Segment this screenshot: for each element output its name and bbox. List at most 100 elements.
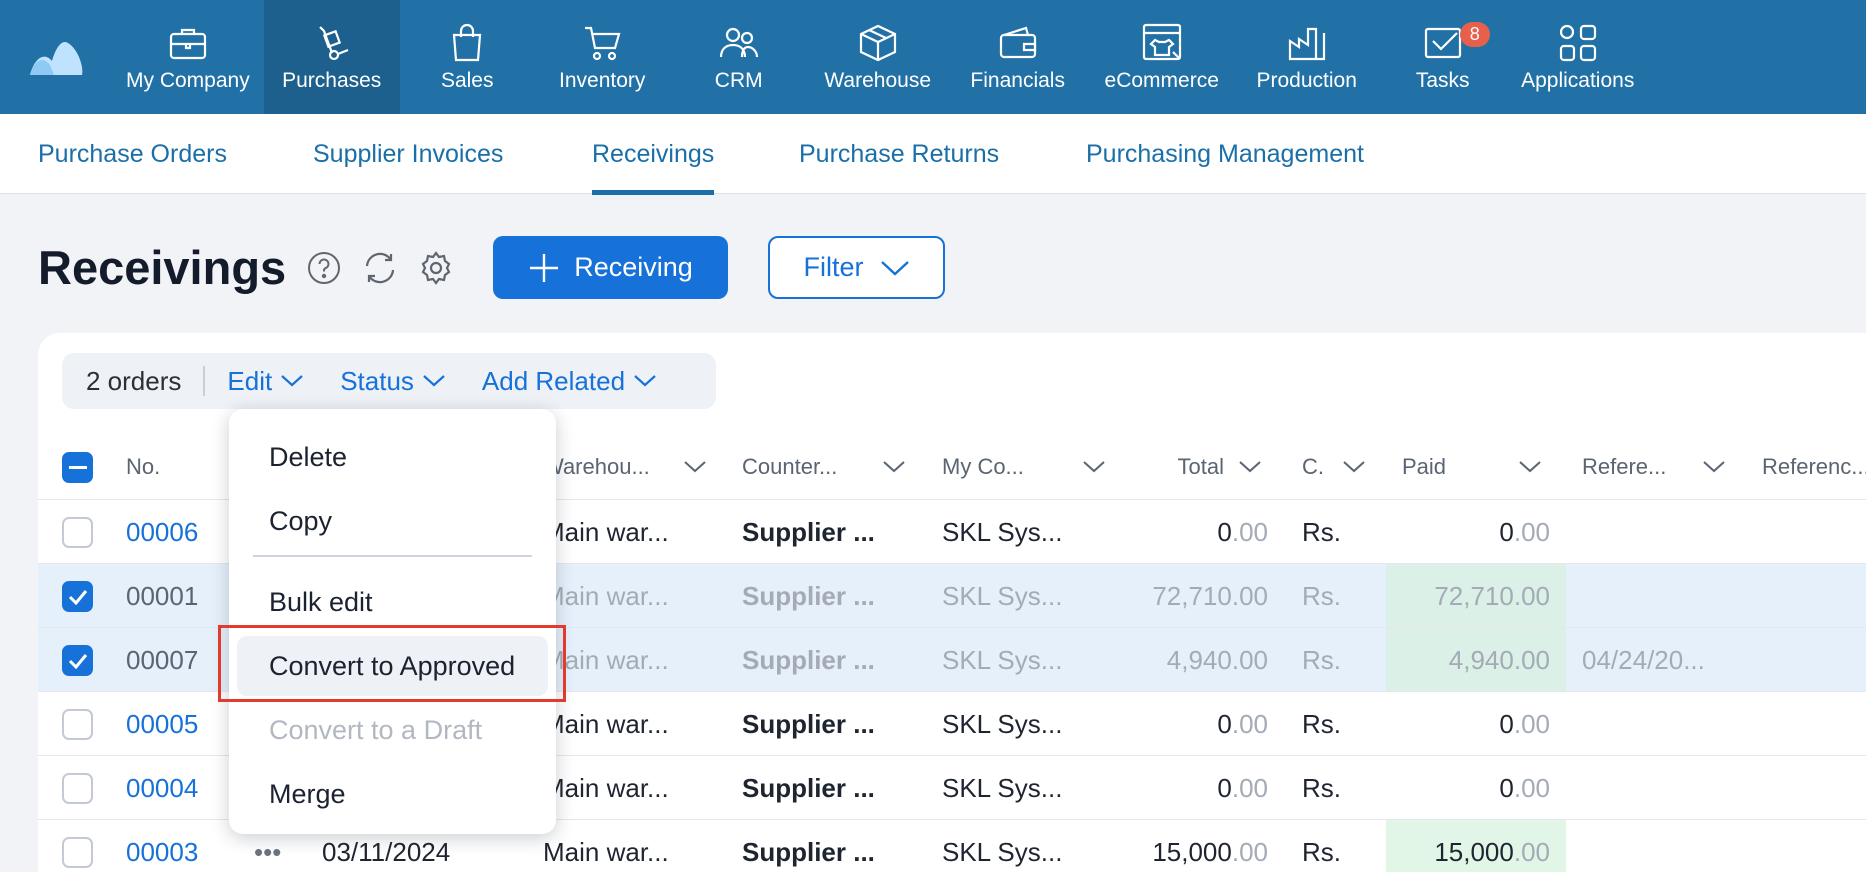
row-warehouse: Main war... bbox=[543, 581, 669, 611]
row-checkbox[interactable] bbox=[62, 837, 93, 868]
tab-purchase-returns[interactable]: Purchase Returns bbox=[799, 114, 999, 194]
column-header-paid[interactable]: Paid bbox=[1402, 435, 1542, 499]
edit-dropdown[interactable]: Edit bbox=[227, 366, 304, 397]
row-number-link[interactable]: 00003 bbox=[126, 820, 198, 872]
row-total: 72,710.00 bbox=[1152, 581, 1268, 611]
row-currency: Rs. bbox=[1302, 581, 1341, 611]
row-company: SKL Sys... bbox=[942, 581, 1063, 611]
row-number-link[interactable]: 00006 bbox=[126, 500, 198, 564]
chevron-down-icon bbox=[1703, 461, 1725, 473]
add-related-dropdown[interactable]: Add Related bbox=[482, 366, 657, 397]
row-checkbox[interactable] bbox=[62, 517, 93, 548]
nav-sales[interactable]: Sales bbox=[400, 0, 535, 114]
filter-button[interactable]: Filter bbox=[768, 236, 945, 299]
row-warehouse: Main war... bbox=[543, 837, 669, 867]
nav-label: Inventory bbox=[559, 69, 646, 92]
tasks-badge: 8 bbox=[1459, 22, 1490, 47]
dolly-icon bbox=[310, 21, 354, 65]
column-header-reference-2[interactable]: Referenc... bbox=[1762, 435, 1866, 499]
row-counterparty: Supplier ... bbox=[742, 709, 875, 739]
row-total: 0.00 bbox=[1217, 773, 1268, 803]
check-icon bbox=[68, 589, 87, 605]
nav-inventory[interactable]: Inventory bbox=[535, 0, 670, 114]
row-paid: 0.00 bbox=[1499, 517, 1550, 547]
nav-ecommerce[interactable]: eCommerce bbox=[1088, 0, 1236, 114]
column-header-currency[interactable]: C. bbox=[1302, 435, 1366, 499]
tab-purchasing-management[interactable]: Purchasing Management bbox=[1086, 114, 1364, 194]
row-warehouse: Main war... bbox=[543, 517, 669, 547]
menu-item-delete[interactable]: Delete bbox=[237, 427, 548, 487]
tab-purchase-orders[interactable]: Purchase Orders bbox=[38, 114, 227, 194]
row-number-link[interactable]: 00004 bbox=[126, 756, 198, 820]
row-paid: 0.00 bbox=[1499, 709, 1550, 739]
row-paid: 72,710.00 bbox=[1434, 581, 1550, 611]
row-currency: Rs. bbox=[1302, 517, 1341, 547]
row-checkbox[interactable] bbox=[62, 645, 93, 676]
row-currency: Rs. bbox=[1302, 773, 1341, 803]
column-header-counterparty[interactable]: Counter... bbox=[742, 435, 906, 499]
top-navigation: My Company Purchases Sales Inventory CRM… bbox=[0, 0, 1866, 114]
nav-label: Financials bbox=[970, 69, 1065, 92]
nav-label: My Company bbox=[126, 69, 250, 92]
tab-supplier-invoices[interactable]: Supplier Invoices bbox=[313, 114, 503, 194]
menu-item-convert-to-approved[interactable]: Convert to Approved bbox=[237, 636, 548, 696]
nav-my-company[interactable]: My Company bbox=[112, 0, 264, 114]
menu-item-merge[interactable]: Merge bbox=[237, 764, 548, 824]
nav-purchases[interactable]: Purchases bbox=[263, 0, 400, 114]
menu-item-copy[interactable]: Copy bbox=[237, 491, 548, 551]
check-mail-icon bbox=[1421, 21, 1465, 65]
help-icon[interactable] bbox=[306, 250, 342, 286]
column-header-warehouse[interactable]: Warehou... bbox=[543, 435, 707, 499]
row-checkbox[interactable] bbox=[62, 773, 93, 804]
row-checkbox[interactable] bbox=[62, 709, 93, 740]
add-receiving-button[interactable]: Receiving bbox=[493, 236, 728, 299]
row-company: SKL Sys... bbox=[942, 645, 1063, 675]
minus-icon bbox=[68, 465, 87, 469]
row-number[interactable]: 00007 bbox=[126, 628, 198, 692]
edit-dropdown-menu: Delete Copy Bulk edit Convert to Approve… bbox=[229, 409, 556, 834]
row-company: SKL Sys... bbox=[942, 773, 1063, 803]
plus-icon bbox=[530, 253, 559, 282]
row-number[interactable]: 00001 bbox=[126, 564, 198, 628]
factory-icon bbox=[1285, 21, 1329, 65]
tab-receivings[interactable]: Receivings bbox=[592, 114, 715, 195]
select-all-checkbox[interactable] bbox=[62, 452, 93, 483]
row-total: 15,000.00 bbox=[1152, 837, 1268, 867]
row-paid: 4,940.00 bbox=[1448, 645, 1550, 675]
settings-gear-icon[interactable] bbox=[418, 250, 454, 286]
refresh-icon[interactable] bbox=[362, 250, 398, 286]
row-currency: Rs. bbox=[1302, 837, 1341, 867]
nav-label: Sales bbox=[440, 69, 494, 92]
menu-item-bulk-edit[interactable]: Bulk edit bbox=[237, 572, 548, 632]
row-checkbox[interactable] bbox=[62, 581, 93, 612]
page-title: Receivings bbox=[38, 241, 287, 294]
column-header-reference[interactable]: Refere... bbox=[1582, 435, 1726, 499]
nav-applications[interactable]: Applications bbox=[1508, 0, 1648, 114]
column-header-my-company[interactable]: My Co... bbox=[942, 435, 1106, 499]
column-header-no[interactable]: No. bbox=[126, 435, 246, 499]
chevron-down-icon bbox=[883, 461, 905, 473]
app-logo[interactable] bbox=[0, 0, 112, 114]
filter-label: Filter bbox=[803, 252, 864, 282]
row-total: 0.00 bbox=[1217, 709, 1268, 739]
nav-tasks[interactable]: 8 Tasks bbox=[1378, 0, 1508, 114]
row-number-link[interactable]: 00005 bbox=[126, 692, 198, 756]
row-counterparty: Supplier ... bbox=[742, 773, 875, 803]
row-counterparty: Supplier ... bbox=[742, 645, 875, 675]
nav-warehouse[interactable]: Warehouse bbox=[808, 0, 948, 114]
nav-label: Warehouse bbox=[824, 69, 932, 92]
chevron-down-icon bbox=[634, 375, 656, 387]
row-warehouse: Main war... bbox=[543, 773, 669, 803]
chevron-down-icon bbox=[880, 260, 909, 276]
row-warehouse: Main war... bbox=[543, 645, 669, 675]
column-header-total[interactable]: Total bbox=[1138, 435, 1262, 499]
apps-grid-icon bbox=[1556, 21, 1600, 65]
nav-production[interactable]: Production bbox=[1236, 0, 1378, 114]
row-counterparty: Supplier ... bbox=[742, 837, 875, 867]
chevron-down-icon bbox=[1083, 461, 1105, 473]
chevron-down-icon bbox=[1519, 461, 1541, 473]
add-receiving-label: Receiving bbox=[574, 252, 693, 282]
nav-crm[interactable]: CRM bbox=[670, 0, 808, 114]
nav-financials[interactable]: Financials bbox=[948, 0, 1088, 114]
status-dropdown[interactable]: Status bbox=[340, 366, 446, 397]
